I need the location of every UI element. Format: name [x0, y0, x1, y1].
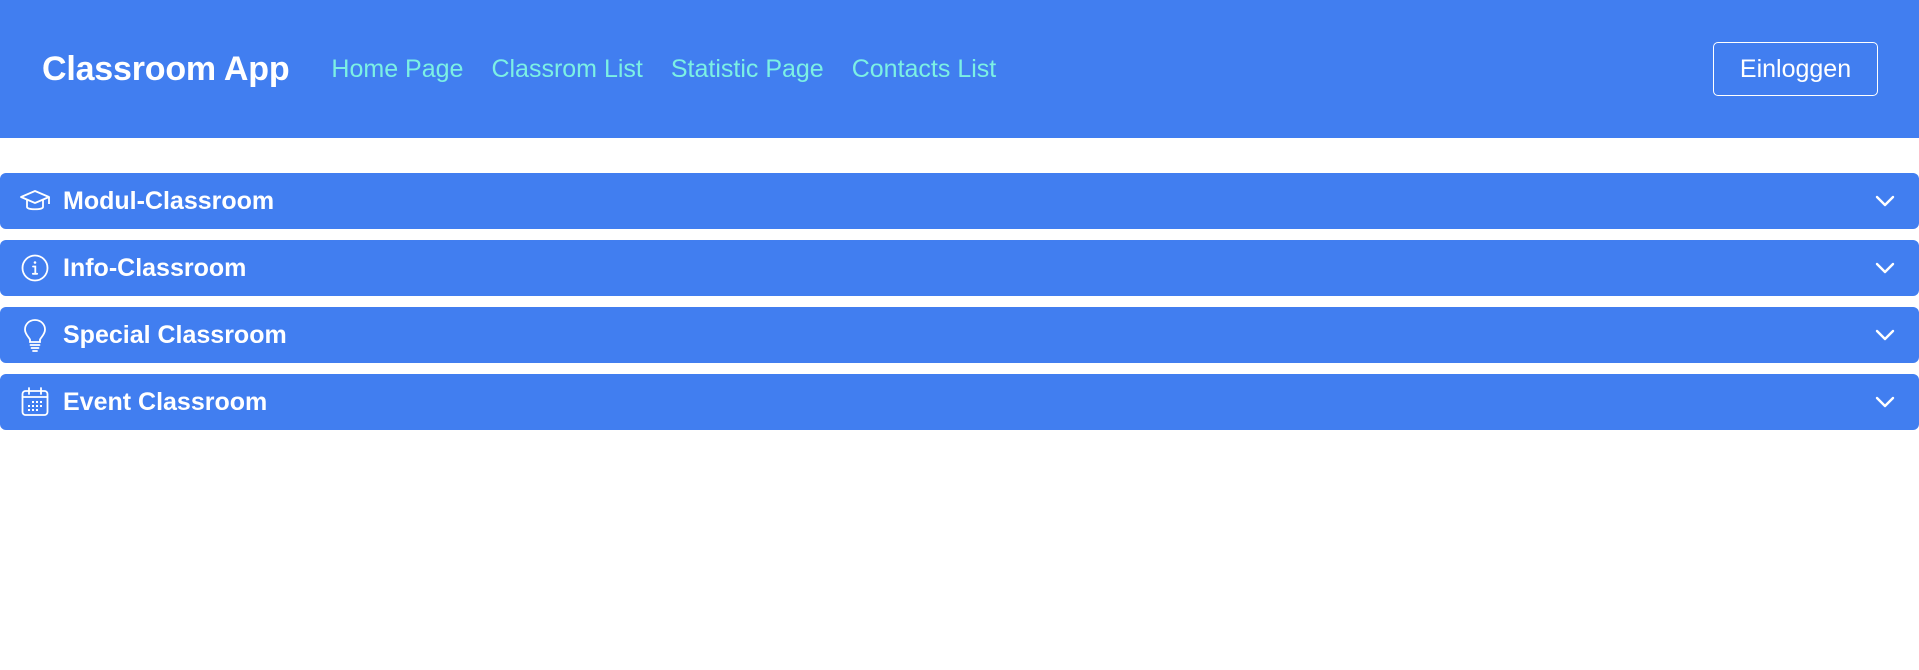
accordion-item-info-classroom[interactable]: Info-Classroom [0, 240, 1919, 296]
accordion-title: Modul-Classroom [63, 186, 275, 215]
calendar-icon [18, 385, 52, 419]
lightbulb-icon [18, 318, 52, 352]
nav-link-home[interactable]: Home Page [331, 55, 463, 84]
navbar: Classroom App Home Page Classrom List St… [0, 0, 1919, 138]
accordion-item-modul-classroom[interactable]: Modul-Classroom [0, 173, 1919, 229]
accordion-title: Info-Classroom [63, 253, 247, 282]
accordion-item-special-classroom[interactable]: Special Classroom [0, 307, 1919, 363]
graduation-cap-icon [18, 184, 52, 218]
accordion-item-event-classroom[interactable]: Event Classroom [0, 374, 1919, 430]
nav-links: Home Page Classrom List Statistic Page C… [331, 55, 996, 84]
accordion-title: Special Classroom [63, 320, 287, 349]
chevron-down-icon [1873, 256, 1897, 280]
chevron-down-icon [1873, 323, 1897, 347]
accordion: Modul-Classroom Info-Classroom Special C… [0, 138, 1919, 430]
nav-link-contacts[interactable]: Contacts List [852, 55, 997, 84]
nav-link-statistic[interactable]: Statistic Page [671, 55, 824, 84]
nav-link-classroom-list[interactable]: Classrom List [491, 55, 642, 84]
chevron-down-icon [1873, 189, 1897, 213]
accordion-title: Event Classroom [63, 387, 268, 416]
info-icon [18, 251, 52, 285]
brand-title[interactable]: Classroom App [42, 50, 290, 89]
login-button[interactable]: Einloggen [1713, 42, 1878, 96]
chevron-down-icon [1873, 390, 1897, 414]
